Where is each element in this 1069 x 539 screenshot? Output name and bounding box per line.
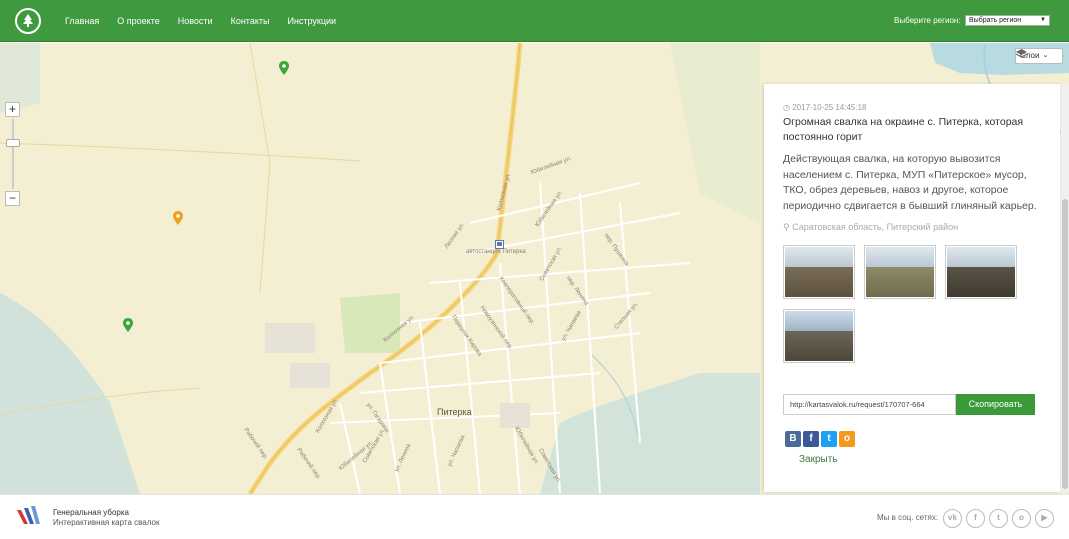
report-location: ⚲ Саратовская область, Питерский район — [783, 222, 958, 233]
zoom-out-button[interactable]: − — [5, 191, 20, 206]
footer-social-label: Мы в соц. сетях: — [877, 513, 939, 522]
vk-icon[interactable]: vk — [943, 509, 962, 528]
nav-contacts[interactable]: Контакты — [231, 16, 270, 26]
layers-button[interactable]: Слои ⌄ — [1015, 48, 1063, 64]
top-header: Главная О проекте Новости Контакты Инстр… — [0, 0, 1069, 42]
report-date-text: 2017-10-25 14:45:18 — [792, 103, 867, 112]
region-select-value: Выбрать регион — [969, 17, 1022, 24]
report-date: ◷ 2017-10-25 14:45:18 — [783, 103, 867, 112]
facebook-icon[interactable]: f — [966, 509, 985, 528]
nav-news[interactable]: Новости — [178, 16, 213, 26]
panel-scrollbar-thumb[interactable] — [1062, 199, 1068, 489]
zoom-slider[interactable] — [5, 119, 20, 189]
zoom-slider-handle[interactable] — [5, 139, 20, 147]
copy-button[interactable]: Скопировать — [956, 394, 1035, 415]
town-label: Питерка — [437, 407, 472, 417]
zoom-control: + − — [5, 102, 20, 206]
footer-title: Генеральная уборка — [53, 508, 129, 517]
report-location-text: Саратовская область, Питерский район — [792, 222, 959, 232]
photo-thumbnail[interactable] — [864, 245, 936, 299]
footer-logo-icon — [17, 506, 40, 524]
close-link[interactable]: Закрыть — [799, 454, 838, 465]
region-select[interactable]: Выбрать регион ▼ — [965, 15, 1050, 26]
map-pin-green-icon[interactable] — [123, 318, 133, 332]
photo-thumbnail[interactable] — [945, 245, 1017, 299]
youtube-icon[interactable]: ▶ — [1035, 509, 1054, 528]
clock-icon: ◷ — [783, 103, 790, 112]
odnoklassniki-share-icon[interactable]: o — [839, 431, 855, 447]
zoom-in-button[interactable]: + — [5, 102, 20, 117]
main-nav: Главная О проекте Новости Контакты Инстр… — [56, 0, 345, 42]
footer: Генеральная уборка Интерактивная карта с… — [0, 494, 1069, 539]
twitter-share-icon[interactable]: t — [821, 431, 837, 447]
footer-subtitle: Интерактивная карта свалок — [53, 518, 160, 527]
photo-thumbnail[interactable] — [783, 245, 855, 299]
logo-tree-icon[interactable] — [15, 8, 41, 34]
chevron-down-icon: ▼ — [1040, 17, 1046, 23]
vk-share-icon[interactable]: В — [785, 431, 801, 447]
map-pin-orange-icon[interactable] — [173, 211, 183, 225]
report-detail-panel: ◷ 2017-10-25 14:45:18 Огромная свалка на… — [764, 84, 1060, 492]
bus-station-label: автостанция Питерка — [466, 249, 526, 255]
bus-station-icon — [495, 240, 504, 249]
nav-instructions[interactable]: Инструкции — [287, 16, 336, 26]
photo-thumbnail[interactable] — [783, 309, 855, 363]
footer-social-links: vk f t o ▶ — [943, 509, 1054, 528]
facebook-share-icon[interactable]: f — [803, 431, 819, 447]
report-title: Огромная свалка на окраине с. Питерка, к… — [783, 116, 1024, 143]
nav-about[interactable]: О проекте — [117, 16, 159, 26]
map-pin-icon: ⚲ — [783, 222, 790, 232]
panel-scrollbar[interactable] — [1061, 84, 1069, 492]
nav-home[interactable]: Главная — [65, 16, 99, 26]
map-pin-green-icon[interactable] — [279, 61, 289, 75]
report-description: Действующая свалка, на которую вывозится… — [783, 153, 1037, 212]
layers-icon — [1016, 49, 1027, 58]
region-label: Выберите регион: — [894, 16, 961, 25]
share-link-input[interactable]: http://kartasvalok.ru/request/170707-664 — [783, 394, 956, 415]
share-buttons: В f t o — [785, 431, 855, 447]
chevron-down-icon: ⌄ — [1042, 52, 1049, 59]
twitter-icon[interactable]: t — [989, 509, 1008, 528]
odnoklassniki-icon[interactable]: o — [1012, 509, 1031, 528]
